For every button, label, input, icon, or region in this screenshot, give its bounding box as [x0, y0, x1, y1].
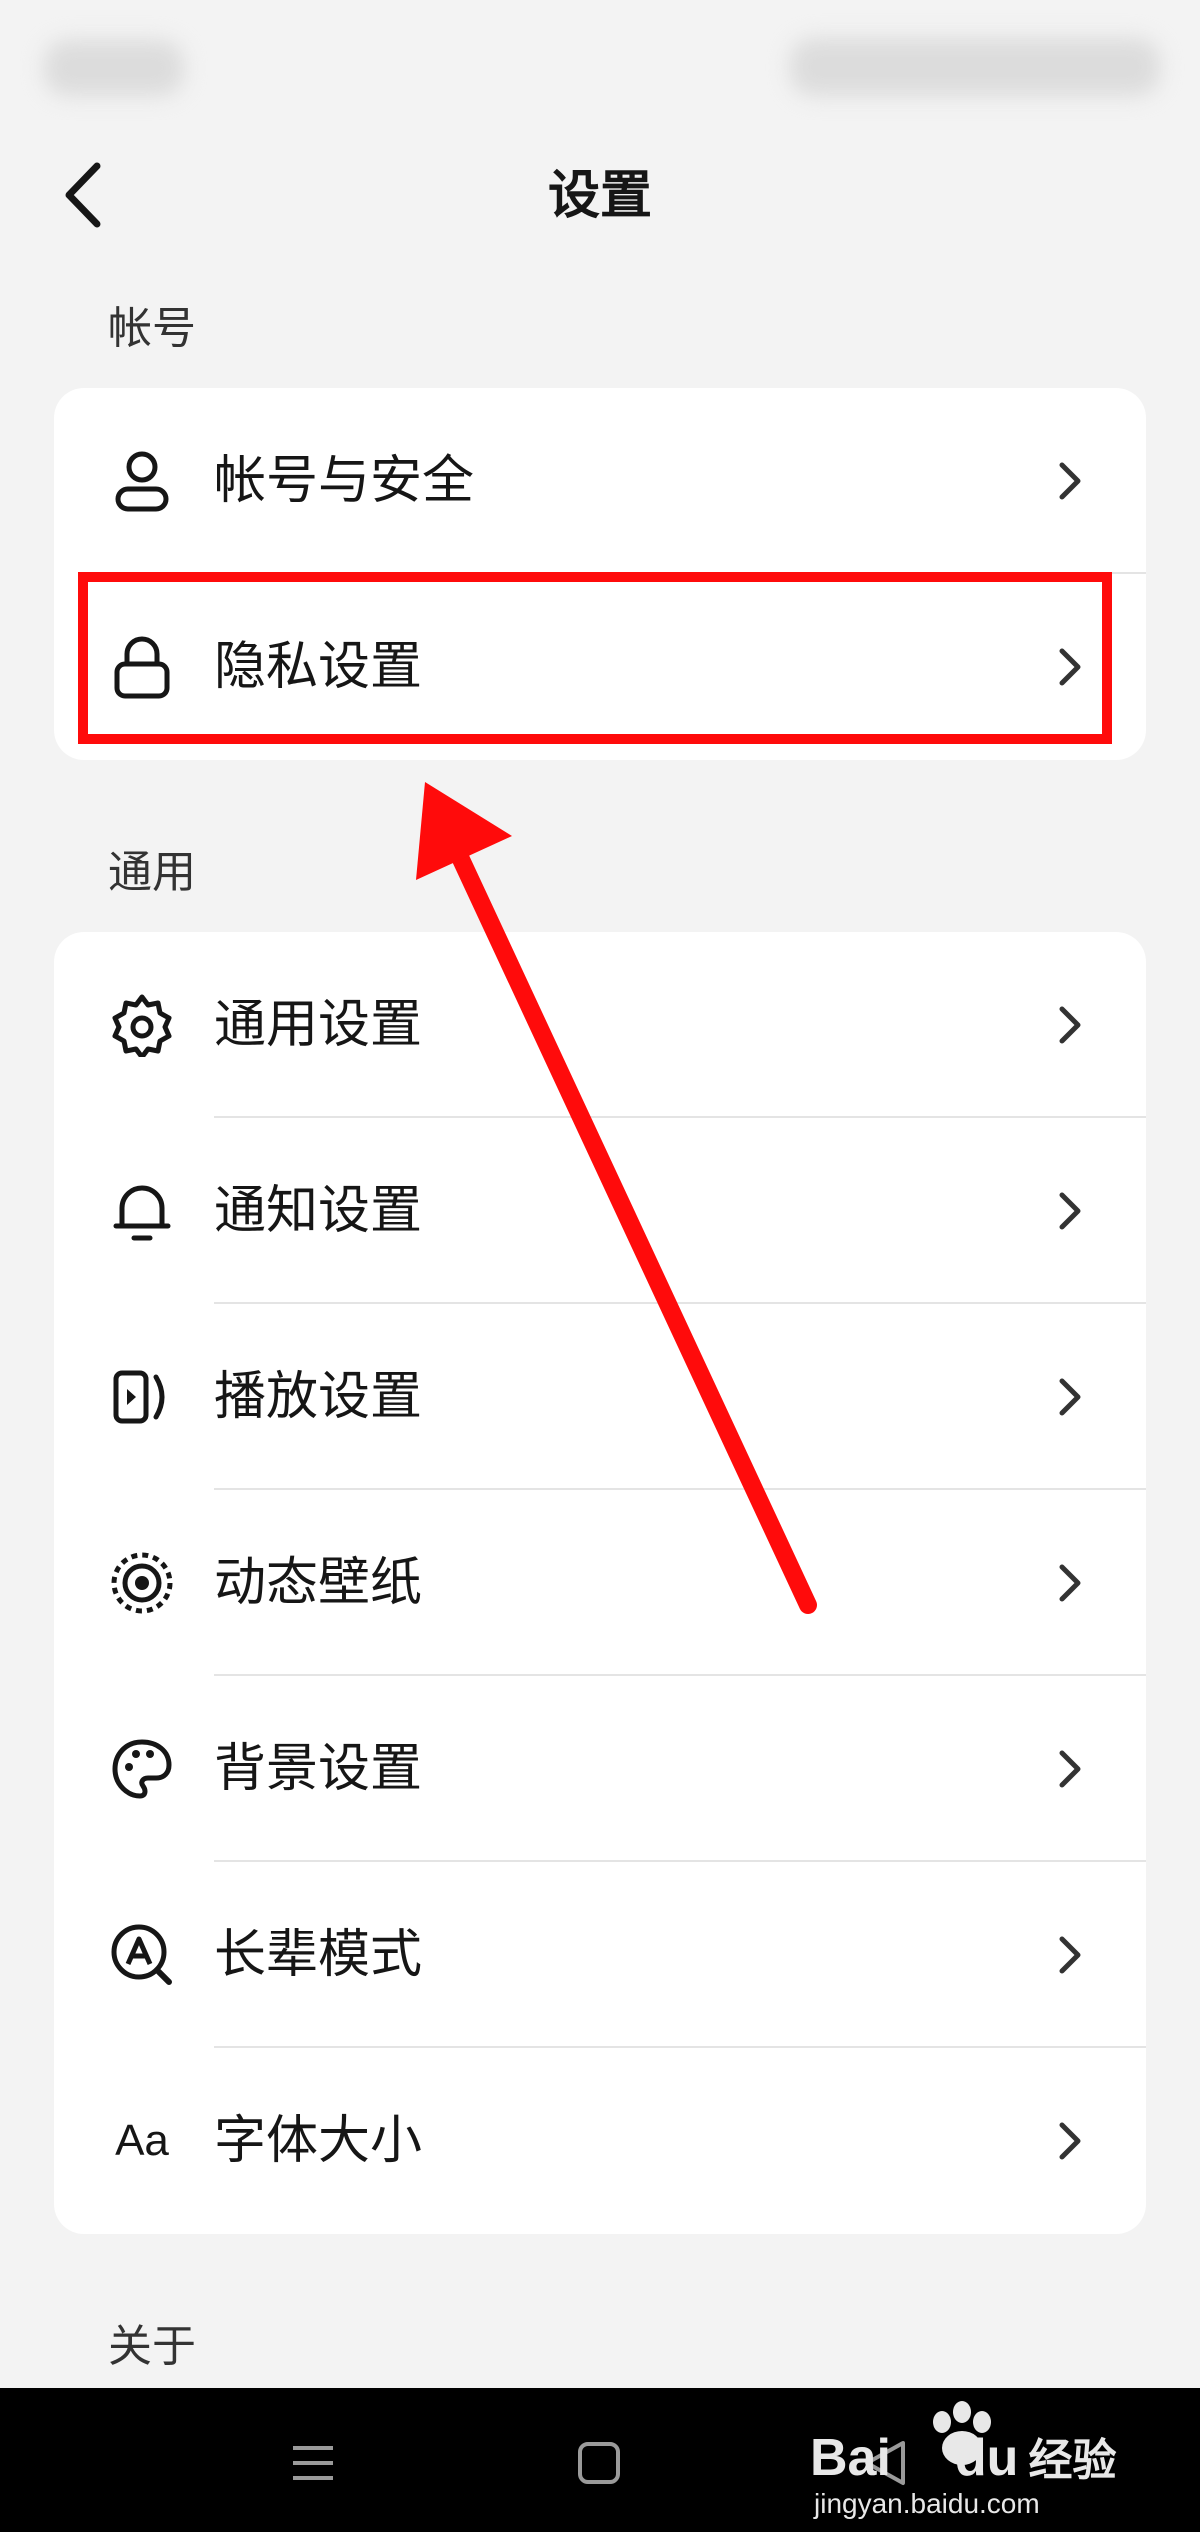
menu-item-general-settings[interactable]: 通用设置	[54, 932, 1146, 1118]
menu-item-label: 动态壁纸	[214, 1553, 423, 1613]
watermark-brand-bai: Bai	[810, 2429, 891, 2487]
status-bar-time-blurred	[44, 40, 184, 96]
chevron-right-icon	[1050, 2116, 1090, 2166]
menu-item-label: 帐号与安全	[214, 451, 475, 511]
watermark-url: jingyan.baidu.com	[814, 2488, 1040, 2519]
status-bar-indicators-blurred	[790, 38, 1160, 96]
menu-item-label: 长辈模式	[214, 1925, 423, 1985]
play-screen-icon	[106, 1361, 178, 1433]
menu-item-font-size[interactable]: Aa 字体大小	[54, 2048, 1146, 2234]
bell-icon	[106, 1175, 178, 1247]
chevron-right-icon	[1050, 1744, 1090, 1794]
chevron-right-icon	[1050, 1930, 1090, 1980]
chevron-right-icon	[1050, 1558, 1090, 1608]
home-square-icon	[578, 2442, 620, 2484]
menu-item-label: 通用设置	[214, 995, 423, 1055]
menu-item-label: 字体大小	[214, 2111, 423, 2171]
menu-item-playback-settings[interactable]: 播放设置	[54, 1304, 1146, 1490]
section-label-general: 通用	[108, 847, 196, 898]
gear-icon	[106, 989, 178, 1061]
chevron-right-icon	[1050, 456, 1090, 506]
chevron-right-icon	[1050, 1000, 1090, 1050]
menu-item-account-security[interactable]: 帐号与安全	[54, 388, 1146, 574]
menu-item-label: 播放设置	[214, 1367, 423, 1427]
menu-item-elder-mode[interactable]: 长辈模式	[54, 1862, 1146, 2048]
font-size-icon: Aa	[106, 2105, 178, 2177]
header: 设置	[0, 130, 1200, 260]
section-label-account: 帐号	[108, 303, 196, 354]
menu-item-label: 背景设置	[214, 1739, 423, 1799]
menu-item-background-settings[interactable]: 背景设置	[54, 1676, 1146, 1862]
menu-item-notification-settings[interactable]: 通知设置	[54, 1118, 1146, 1304]
annotation-arrow-head	[416, 782, 512, 880]
watermark: Bai du 经验 jingyan.baidu.com	[810, 2396, 1150, 2526]
elder-mode-icon	[106, 1919, 178, 1991]
general-card: 通用设置 通知设置 播放设置 动态壁纸 背景设置 长辈模式 Aa 字体大小	[54, 932, 1146, 2234]
status-bar	[0, 0, 1200, 130]
section-label-about: 关于	[108, 2321, 196, 2372]
user-icon	[106, 445, 178, 517]
watermark-brand-du: du	[954, 2429, 1019, 2487]
dynamic-wallpaper-icon	[106, 1547, 178, 1619]
nav-home-button[interactable]	[554, 2418, 644, 2508]
page-title: 设置	[547, 166, 652, 226]
menu-item-dynamic-wallpaper[interactable]: 动态壁纸	[54, 1490, 1146, 1676]
chevron-right-icon	[1050, 1186, 1090, 1236]
nav-menu-button[interactable]	[268, 2418, 358, 2508]
watermark-tagline: 经验	[1028, 2436, 1117, 2485]
font-size-icon-text: Aa	[115, 2116, 169, 2165]
watermark-brand: Bai du 经验	[810, 2424, 1116, 2488]
menu-item-label: 通知设置	[214, 1181, 423, 1241]
menu-icon	[293, 2446, 333, 2480]
chevron-right-icon	[1050, 1372, 1090, 1422]
annotation-highlight-box	[78, 572, 1112, 744]
palette-icon	[106, 1733, 178, 1805]
